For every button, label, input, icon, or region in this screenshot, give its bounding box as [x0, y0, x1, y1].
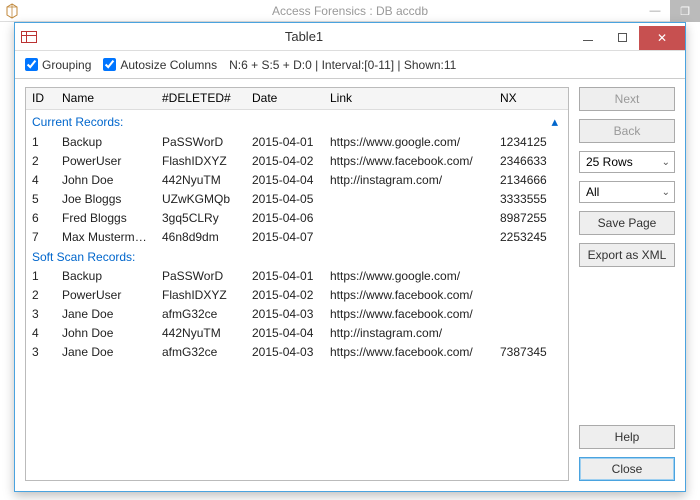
group-header[interactable]: Soft Scan Records:	[26, 246, 568, 266]
table-row[interactable]: 7Max Mustermann46n8d9dm2015-04-072253245	[26, 227, 568, 246]
next-button[interactable]: Next	[579, 87, 675, 111]
table-icon	[21, 31, 37, 43]
chevron-up-icon: ▴	[551, 114, 562, 130]
maximize-button[interactable]	[605, 26, 639, 50]
status-text: N:6 + S:5 + D:0 | Interval:[0-11] | Show…	[229, 58, 456, 72]
rows-select[interactable]: 25 Rows ⌄	[579, 151, 675, 173]
export-xml-button[interactable]: Export as XML	[579, 243, 675, 267]
table-row[interactable]: 3Jane DoeafmG32ce2015-04-03https://www.f…	[26, 304, 568, 323]
minimize-button[interactable]	[571, 26, 605, 50]
col-name[interactable]: Name	[56, 88, 156, 109]
table-row[interactable]: 6Fred Bloggs3gq5CLRy2015-04-068987255	[26, 208, 568, 227]
group-header[interactable]: Current Records:▴	[26, 110, 568, 132]
col-nx[interactable]: NX	[494, 88, 562, 109]
col-deleted[interactable]: #DELETED#	[156, 88, 246, 109]
table-dialog: Table1 ✕ Grouping Autosize Columns N:6 +…	[14, 22, 686, 492]
close-dialog-button[interactable]: Close	[579, 457, 675, 481]
col-link[interactable]: Link	[324, 88, 494, 109]
autosize-checkbox-label[interactable]: Autosize Columns	[103, 58, 217, 72]
table-row[interactable]: 4John Doe442NyuTM2015-04-04http://instag…	[26, 170, 568, 189]
autosize-checkbox[interactable]	[103, 58, 116, 71]
col-date[interactable]: Date	[246, 88, 324, 109]
table-row[interactable]: 2PowerUserFlashIDXYZ2015-04-02https://ww…	[26, 151, 568, 170]
parent-restore-button[interactable]: ❐	[670, 0, 700, 22]
back-button[interactable]: Back	[579, 119, 675, 143]
table-row[interactable]: 5Joe BloggsUZwKGMQb2015-04-053333555	[26, 189, 568, 208]
sidebar: Next Back 25 Rows ⌄ All ⌄ Save Page Expo…	[579, 87, 675, 481]
table-row[interactable]: 3Jane DoeafmG32ce2015-04-03https://www.f…	[26, 342, 568, 361]
chevron-down-icon: ⌄	[662, 157, 670, 168]
grouping-checkbox[interactable]	[25, 58, 38, 71]
col-id[interactable]: ID	[26, 88, 56, 109]
parent-minimize-button[interactable]: —	[640, 0, 670, 22]
table-row[interactable]: 1BackupPaSSWorD2015-04-01https://www.goo…	[26, 266, 568, 285]
parent-window-title: Access Forensics : DB accdb	[272, 4, 428, 18]
table-row[interactable]: 2PowerUserFlashIDXYZ2015-04-02https://ww…	[26, 285, 568, 304]
save-page-button[interactable]: Save Page	[579, 211, 675, 235]
toolbar: Grouping Autosize Columns N:6 + S:5 + D:…	[15, 51, 685, 79]
help-button[interactable]: Help	[579, 425, 675, 449]
dialog-title: Table1	[37, 29, 571, 44]
chevron-down-icon: ⌄	[662, 187, 670, 198]
table-row[interactable]: 4John Doe442NyuTM2015-04-04http://instag…	[26, 323, 568, 342]
dialog-titlebar[interactable]: Table1 ✕	[15, 23, 685, 51]
filter-select[interactable]: All ⌄	[579, 181, 675, 203]
app-icon	[4, 3, 20, 19]
grouping-checkbox-label[interactable]: Grouping	[25, 58, 91, 72]
data-grid[interactable]: ID Name #DELETED# Date Link NX Current R…	[25, 87, 569, 481]
grid-header: ID Name #DELETED# Date Link NX	[26, 88, 568, 110]
close-button[interactable]: ✕	[639, 26, 685, 50]
parent-window-titlebar: Access Forensics : DB accdb — ❐	[0, 0, 700, 22]
table-row[interactable]: 1BackupPaSSWorD2015-04-01https://www.goo…	[26, 132, 568, 151]
